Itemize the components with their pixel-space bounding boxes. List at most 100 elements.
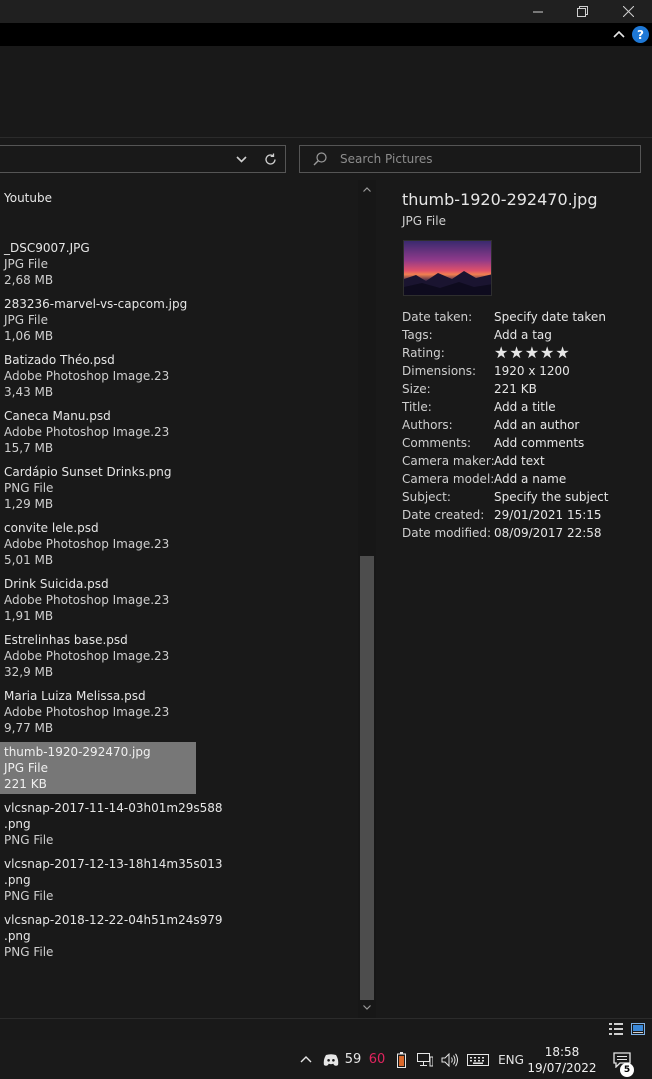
property-value[interactable]: Add an author: [494, 416, 579, 434]
file-name: Caneca Manu.psd: [4, 409, 111, 423]
property-label: Authors:: [402, 418, 453, 432]
file-type: Adobe Photoshop Image.23: [4, 705, 170, 719]
discord-tray-button[interactable]: [320, 1040, 342, 1079]
file-type: JPG File: [4, 761, 48, 775]
restore-button[interactable]: [560, 0, 604, 23]
property-value[interactable]: Add a tag: [494, 326, 552, 344]
address-bar[interactable]: [0, 145, 286, 173]
large-icons-view-icon[interactable]: [631, 1023, 645, 1035]
file-size: 9,77 MB: [4, 721, 54, 735]
list-item[interactable]: Drink Suicida.psd Adobe Photoshop Image.…: [0, 574, 196, 626]
file-list[interactable]: Youtube _DSC9007.JPG JPG File 2,68 MB 28…: [0, 180, 358, 1018]
property-value[interactable]: Add a title: [494, 398, 556, 416]
clock-time: 18:58: [544, 1045, 580, 1059]
restore-icon: [576, 6, 588, 17]
clock[interactable]: 18:58 19/07/2022: [524, 1044, 600, 1076]
property-value: 1920 x 1200: [494, 364, 570, 378]
notification-count-badge: 5: [620, 1063, 634, 1077]
file-name-continued: .png: [4, 929, 31, 943]
property-label: Date modified:: [402, 526, 492, 540]
close-button[interactable]: [606, 0, 650, 23]
address-history-button[interactable]: [234, 152, 248, 166]
scroll-up-button[interactable]: [362, 184, 372, 194]
battery-tray-button[interactable]: [392, 1040, 410, 1079]
chevron-down-icon: [235, 155, 247, 163]
property-value[interactable]: Add text: [494, 452, 545, 470]
tray-counter-2[interactable]: 60: [366, 1040, 388, 1079]
file-list-scrollbar[interactable]: [358, 180, 376, 1018]
network-icon: [417, 1052, 433, 1066]
star-icon[interactable]: ★: [540, 343, 555, 362]
property-label: Tags:: [402, 328, 433, 342]
list-item[interactable]: Estrelinhas base.psd Adobe Photoshop Ima…: [0, 630, 196, 682]
details-view-icon[interactable]: [609, 1023, 623, 1035]
close-icon: [622, 6, 634, 17]
list-item[interactable]: vlcsnap-2017-11-14-03h01m29s588 .png PNG…: [0, 798, 223, 850]
file-size: 2,68 MB: [4, 273, 54, 287]
property-value[interactable]: Add comments: [494, 434, 584, 452]
rating-stars[interactable]: ★★★★★: [494, 344, 571, 361]
file-name: 283236-marvel-vs-capcom.jpg: [4, 297, 188, 311]
refresh-icon: [264, 153, 276, 165]
details-pane: thumb-1920-292470.jpg JPG File Date take…: [376, 180, 652, 1018]
touch-keyboard-button[interactable]: [464, 1040, 492, 1079]
file-name: vlcsnap-2018-12-22-04h51m24s979: [4, 913, 223, 927]
volume-tray-button[interactable]: [438, 1040, 462, 1079]
caret-up-icon: [363, 186, 371, 192]
file-type: PNG File: [4, 945, 54, 959]
star-icon[interactable]: ★: [494, 343, 509, 362]
search-input[interactable]: [340, 151, 630, 167]
star-icon[interactable]: ★: [525, 343, 540, 362]
list-item-selected[interactable]: thumb-1920-292470.jpg JPG File 221 KB: [0, 742, 196, 794]
scroll-down-button[interactable]: [362, 1002, 372, 1012]
volume-icon: [441, 1052, 458, 1067]
file-type: PNG File: [4, 833, 54, 847]
list-item[interactable]: Batizado Théo.psd Adobe Photoshop Image.…: [0, 350, 196, 402]
chevron-up-icon: [613, 30, 625, 38]
taskbar: 59 60 ENG 18:58 19/07/2022 5: [0, 1040, 652, 1079]
tray-counter-1[interactable]: 59: [342, 1040, 364, 1079]
input-language-indicator[interactable]: ENG: [496, 1040, 526, 1079]
list-item[interactable]: Cardápio Sunset Drinks.png PNG File 1,29…: [0, 462, 196, 514]
network-tray-button[interactable]: [414, 1040, 436, 1079]
file-name: Batizado Théo.psd: [4, 353, 115, 367]
star-icon[interactable]: ★: [555, 343, 570, 362]
property-label: Dimensions:: [402, 364, 477, 378]
list-item[interactable]: vlcsnap-2018-12-22-04h51m24s979 .png PNG…: [0, 910, 223, 962]
property-value[interactable]: Add a name: [494, 470, 566, 488]
minimize-button[interactable]: [516, 0, 560, 23]
file-size: 221 KB: [4, 777, 47, 791]
help-button[interactable]: ?: [632, 26, 649, 43]
list-item[interactable]: convite lele.psd Adobe Photoshop Image.2…: [0, 518, 196, 570]
file-name: vlcsnap-2017-11-14-03h01m29s588: [4, 801, 223, 815]
property-label: Camera model:: [402, 472, 495, 486]
discord-icon: [323, 1053, 339, 1066]
file-name: vlcsnap-2017-12-13-18h14m35s013: [4, 857, 223, 871]
list-item[interactable]: _DSC9007.JPG JPG File 2,68 MB: [0, 238, 196, 290]
keyboard-icon: [467, 1053, 489, 1066]
star-icon[interactable]: ★: [509, 343, 524, 362]
expand-ribbon-button[interactable]: [612, 27, 626, 41]
list-item[interactable]: 283236-marvel-vs-capcom.jpg JPG File 1,0…: [0, 294, 196, 346]
property-value[interactable]: Specify date taken: [494, 308, 606, 326]
property-value[interactable]: Specify the subject: [494, 488, 608, 506]
property-label: Rating:: [402, 346, 445, 360]
property-label: Subject:: [402, 490, 451, 504]
file-name: Maria Luiza Melissa.psd: [4, 689, 146, 703]
scroll-thumb[interactable]: [360, 556, 374, 1000]
refresh-button[interactable]: [262, 151, 278, 167]
file-type: Adobe Photoshop Image.23: [4, 649, 170, 663]
status-bar: [0, 1018, 652, 1040]
list-item[interactable]: Maria Luiza Melissa.psd Adobe Photoshop …: [0, 686, 196, 738]
list-item[interactable]: vlcsnap-2017-12-13-18h14m35s013 .png PNG…: [0, 854, 223, 906]
file-type: JPG File: [4, 313, 48, 327]
group-header[interactable]: Youtube: [4, 191, 52, 205]
file-size: 5,01 MB: [4, 553, 54, 567]
navigation-row: [0, 138, 652, 180]
search-box[interactable]: [299, 145, 641, 173]
file-name-continued: .png: [4, 873, 31, 887]
property-label: Date taken:: [402, 310, 473, 324]
list-item[interactable]: Caneca Manu.psd Adobe Photoshop Image.23…: [0, 406, 196, 458]
show-hidden-icons-button[interactable]: [296, 1040, 316, 1079]
caret-down-icon: [363, 1004, 371, 1010]
